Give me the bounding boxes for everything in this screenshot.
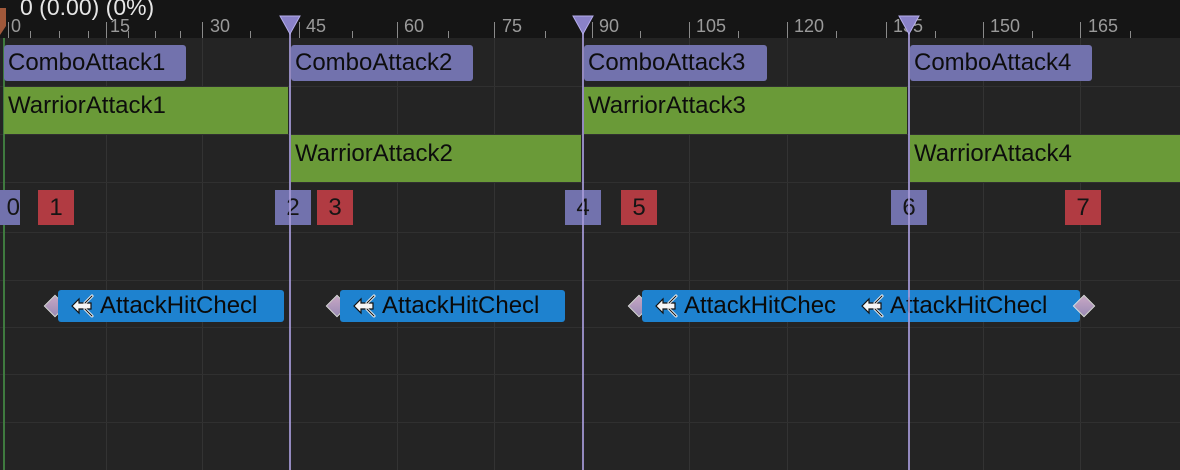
segment-warrior-attack-2[interactable]: WarriorAttack2 — [291, 135, 581, 182]
ruler-tick-label: 45 — [306, 16, 327, 36]
ruler-minor-tick — [59, 31, 60, 38]
triangle-marker-icon[interactable] — [572, 14, 594, 36]
branch-point-marker[interactable]: 7 — [1065, 190, 1101, 225]
ruler-minor-tick — [738, 31, 739, 38]
section-combo-attack-1[interactable]: ComboAttack1 — [4, 45, 186, 81]
ruler-tick-label: 30 — [210, 16, 231, 36]
ruler-tick-label: 75 — [502, 16, 523, 36]
ruler-tick — [494, 22, 495, 38]
triangle-marker-icon[interactable] — [898, 14, 920, 36]
track-divider — [0, 422, 1180, 423]
notify-attack-hit-check-4[interactable]: AttackHitChecl — [848, 290, 1080, 322]
branch-arrow-icon — [861, 294, 884, 318]
notify-label: AttackHitChec — [684, 292, 837, 319]
ruler-minor-tick — [155, 31, 156, 38]
grid-line — [983, 38, 984, 470]
notify-label: AttackHitChecl — [382, 292, 540, 319]
ruler-minor-tick — [545, 31, 546, 38]
track-divider — [0, 182, 1180, 183]
section-boundary-line — [582, 28, 584, 470]
branch-arrow-icon — [655, 294, 678, 318]
ruler-tick-label: 120 — [794, 16, 825, 36]
ruler-tick-label: 105 — [696, 16, 727, 36]
segment-warrior-attack-3[interactable]: WarriorAttack3 — [584, 87, 907, 134]
segment-warrior-attack-4[interactable]: WarriorAttack4 — [910, 135, 1180, 182]
branch-arrow-icon — [71, 294, 94, 318]
ruler-tick — [1080, 22, 1081, 38]
grid-line — [1080, 38, 1081, 470]
track-divider — [0, 232, 1180, 233]
branch-point-marker[interactable]: 2 — [275, 190, 311, 225]
montage-timeline[interactable]: 0 (0.00) (0%) 0 15 30 45 60 75 90 105 12… — [0, 0, 1180, 470]
ruler-minor-tick — [88, 31, 89, 38]
ruler-tick-label: 60 — [404, 16, 425, 36]
ruler-minor-tick — [448, 31, 449, 38]
ruler-minor-tick — [935, 31, 936, 38]
ruler-tick-label: 165 — [1088, 16, 1119, 36]
branch-point-marker[interactable]: 5 — [621, 190, 657, 225]
ruler-minor-tick — [640, 31, 641, 38]
notify-label: AttackHitChecl — [890, 292, 1048, 319]
track-divider — [0, 327, 1180, 328]
ruler-tick — [106, 22, 107, 38]
grid-line — [397, 38, 398, 470]
grid-line — [494, 38, 495, 470]
branch-arrow-icon — [353, 294, 376, 318]
track-divider — [0, 374, 1180, 375]
playhead-marker-icon[interactable] — [0, 0, 10, 38]
branch-point-marker[interactable]: 1 — [38, 190, 74, 225]
section-boundary-line — [289, 28, 291, 470]
triangle-marker-icon[interactable] — [279, 14, 301, 36]
ruler-minor-tick — [30, 31, 31, 38]
notify-attack-hit-check-3[interactable]: AttackHitChec — [642, 290, 862, 322]
ruler-minor-tick — [1130, 31, 1131, 38]
section-combo-attack-2[interactable]: ComboAttack2 — [291, 45, 473, 81]
ruler-minor-tick — [1032, 31, 1033, 38]
ruler-tick — [397, 22, 398, 38]
notify-attack-hit-check-2[interactable]: AttackHitChecl — [340, 290, 565, 322]
notify-label: AttackHitChecl — [100, 292, 258, 319]
ruler-tick — [202, 22, 203, 38]
section-combo-attack-4[interactable]: ComboAttack4 — [910, 45, 1092, 81]
ruler-minor-tick — [836, 31, 837, 38]
ruler-tick — [689, 22, 690, 38]
playhead-time-readout: 0 (0.00) (0%) — [20, 0, 155, 20]
ruler-tick-label: 150 — [990, 16, 1021, 36]
ruler-tick — [886, 22, 887, 38]
section-boundary-line — [908, 28, 910, 470]
section-combo-attack-3[interactable]: ComboAttack3 — [584, 45, 767, 81]
branch-point-marker[interactable]: 0 — [0, 190, 20, 225]
ruler-tick-label: 90 — [599, 16, 620, 36]
ruler-minor-tick — [128, 31, 129, 38]
branch-point-marker[interactable]: 3 — [317, 190, 353, 225]
ruler-tick — [787, 22, 788, 38]
notify-attack-hit-check-1[interactable]: AttackHitChecl — [58, 290, 284, 322]
ruler-tick-label: 0 — [11, 16, 22, 36]
ruler-minor-tick — [250, 31, 251, 38]
ruler-minor-tick — [180, 31, 181, 38]
ruler-minor-tick — [352, 31, 353, 38]
segment-warrior-attack-1[interactable]: WarriorAttack1 — [4, 87, 288, 134]
ruler-tick — [983, 22, 984, 38]
track-divider — [0, 280, 1180, 281]
